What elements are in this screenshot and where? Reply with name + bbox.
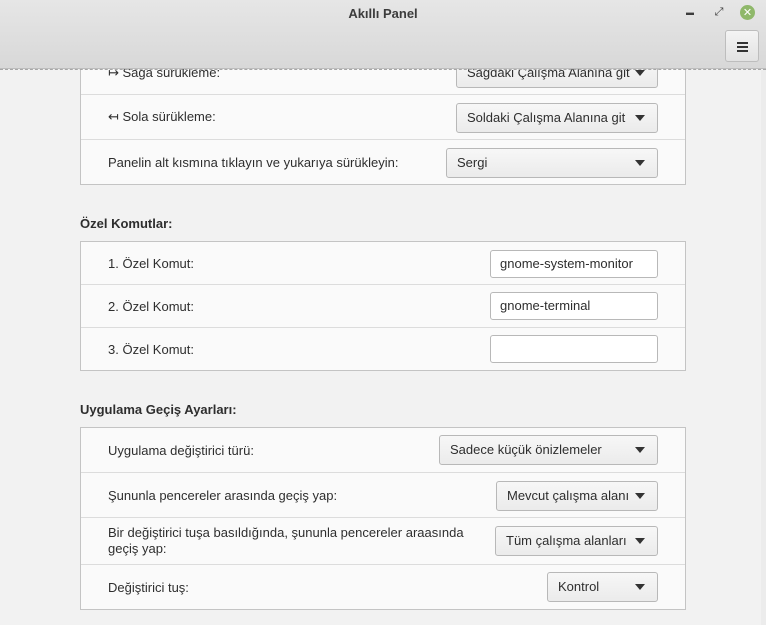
chevron-down-icon bbox=[635, 493, 645, 499]
modifier-scope-select[interactable]: Tüm çalışma alanları bbox=[495, 526, 658, 556]
app-switch-title: Uygulama Geçiş Ayarları: bbox=[80, 402, 237, 417]
switcher-type-label: Uygulama değiştirici türü: bbox=[108, 443, 254, 458]
modifier-key-row: Değiştirici tuş: Kontrol bbox=[81, 565, 685, 610]
chevron-down-icon bbox=[635, 160, 645, 166]
custom-command-3-row: 3. Özel Komut: bbox=[81, 328, 685, 371]
custom-command-2-row: 2. Özel Komut: gnome-terminal bbox=[81, 285, 685, 328]
drag-left-value: Soldaki Çalışma Alanına git bbox=[467, 110, 626, 125]
scrollbar[interactable] bbox=[761, 70, 766, 625]
custom-command-3-input[interactable] bbox=[490, 335, 658, 363]
chevron-down-icon bbox=[635, 538, 645, 544]
drag-bottom-row: Panelin alt kısmına tıklayın ve yukarıya… bbox=[81, 140, 685, 185]
custom-command-2-label: 2. Özel Komut: bbox=[108, 299, 194, 314]
drag-bottom-value: Sergi bbox=[457, 155, 488, 170]
switch-scope-value: Mevcut çalışma alanı bbox=[507, 488, 630, 503]
header-separator bbox=[0, 69, 766, 70]
custom-command-1-row: 1. Özel Komut: gnome-system-monitor bbox=[81, 242, 685, 285]
custom-commands-box: 1. Özel Komut: gnome-system-monitor 2. Ö… bbox=[80, 241, 686, 371]
modifier-key-label: Değiştirici tuş: bbox=[108, 580, 189, 595]
title-bar: Akıllı Panel ▬ ⤢ ✕ bbox=[0, 0, 766, 69]
modifier-key-value: Kontrol bbox=[558, 579, 600, 594]
drag-left-select[interactable]: Soldaki Çalışma Alanına git bbox=[456, 103, 658, 133]
chevron-down-icon bbox=[635, 70, 645, 76]
custom-command-1-label: 1. Özel Komut: bbox=[108, 256, 194, 271]
drag-left-row: ↤ Sola sürükleme: Soldaki Çalışma Alanın… bbox=[81, 95, 685, 140]
minimize-icon[interactable]: ▬ bbox=[682, 4, 698, 20]
custom-command-1-input[interactable]: gnome-system-monitor bbox=[490, 250, 658, 278]
modifier-scope-label: Bir değiştirici tuşa basıldığında, şunun… bbox=[108, 525, 464, 556]
switch-scope-row: Şununla pencereler arasında geçiş yap: M… bbox=[81, 473, 685, 518]
hamburger-icon bbox=[736, 41, 748, 52]
custom-command-2-input[interactable]: gnome-terminal bbox=[490, 292, 658, 320]
custom-command-3-label: 3. Özel Komut: bbox=[108, 342, 194, 357]
drag-left-label: ↤ Sola sürükleme: bbox=[108, 109, 216, 124]
chevron-down-icon bbox=[635, 115, 645, 121]
chevron-down-icon bbox=[635, 447, 645, 453]
drag-bottom-select[interactable]: Sergi bbox=[446, 148, 658, 178]
settings-content: ↦ Sağa sürükleme: Sağdaki Çalışma Alanın… bbox=[0, 0, 766, 625]
switcher-type-row: Uygulama değiştirici türü: Sadece küçük … bbox=[81, 428, 685, 473]
app-switch-box: Uygulama değiştirici türü: Sadece küçük … bbox=[80, 427, 686, 610]
chevron-down-icon bbox=[635, 584, 645, 590]
switcher-type-value: Sadece küçük önizlemeler bbox=[450, 442, 602, 457]
modifier-scope-row: Bir değiştirici tuşa basıldığında, şunun… bbox=[81, 518, 685, 565]
window-title: Akıllı Panel bbox=[348, 6, 418, 21]
close-icon[interactable]: ✕ bbox=[740, 5, 755, 20]
switcher-type-select[interactable]: Sadece küçük önizlemeler bbox=[439, 435, 658, 465]
modifier-scope-value: Tüm çalışma alanları bbox=[506, 533, 627, 548]
switch-scope-select[interactable]: Mevcut çalışma alanı bbox=[496, 481, 658, 511]
modifier-key-select[interactable]: Kontrol bbox=[547, 572, 658, 602]
menu-button[interactable] bbox=[725, 30, 759, 62]
maximize-icon[interactable]: ⤢ bbox=[711, 4, 727, 20]
drag-bottom-label: Panelin alt kısmına tıklayın ve yukarıya… bbox=[108, 155, 399, 170]
custom-commands-title: Özel Komutlar: bbox=[80, 216, 173, 231]
switch-scope-label: Şununla pencereler arasında geçiş yap: bbox=[108, 488, 338, 503]
